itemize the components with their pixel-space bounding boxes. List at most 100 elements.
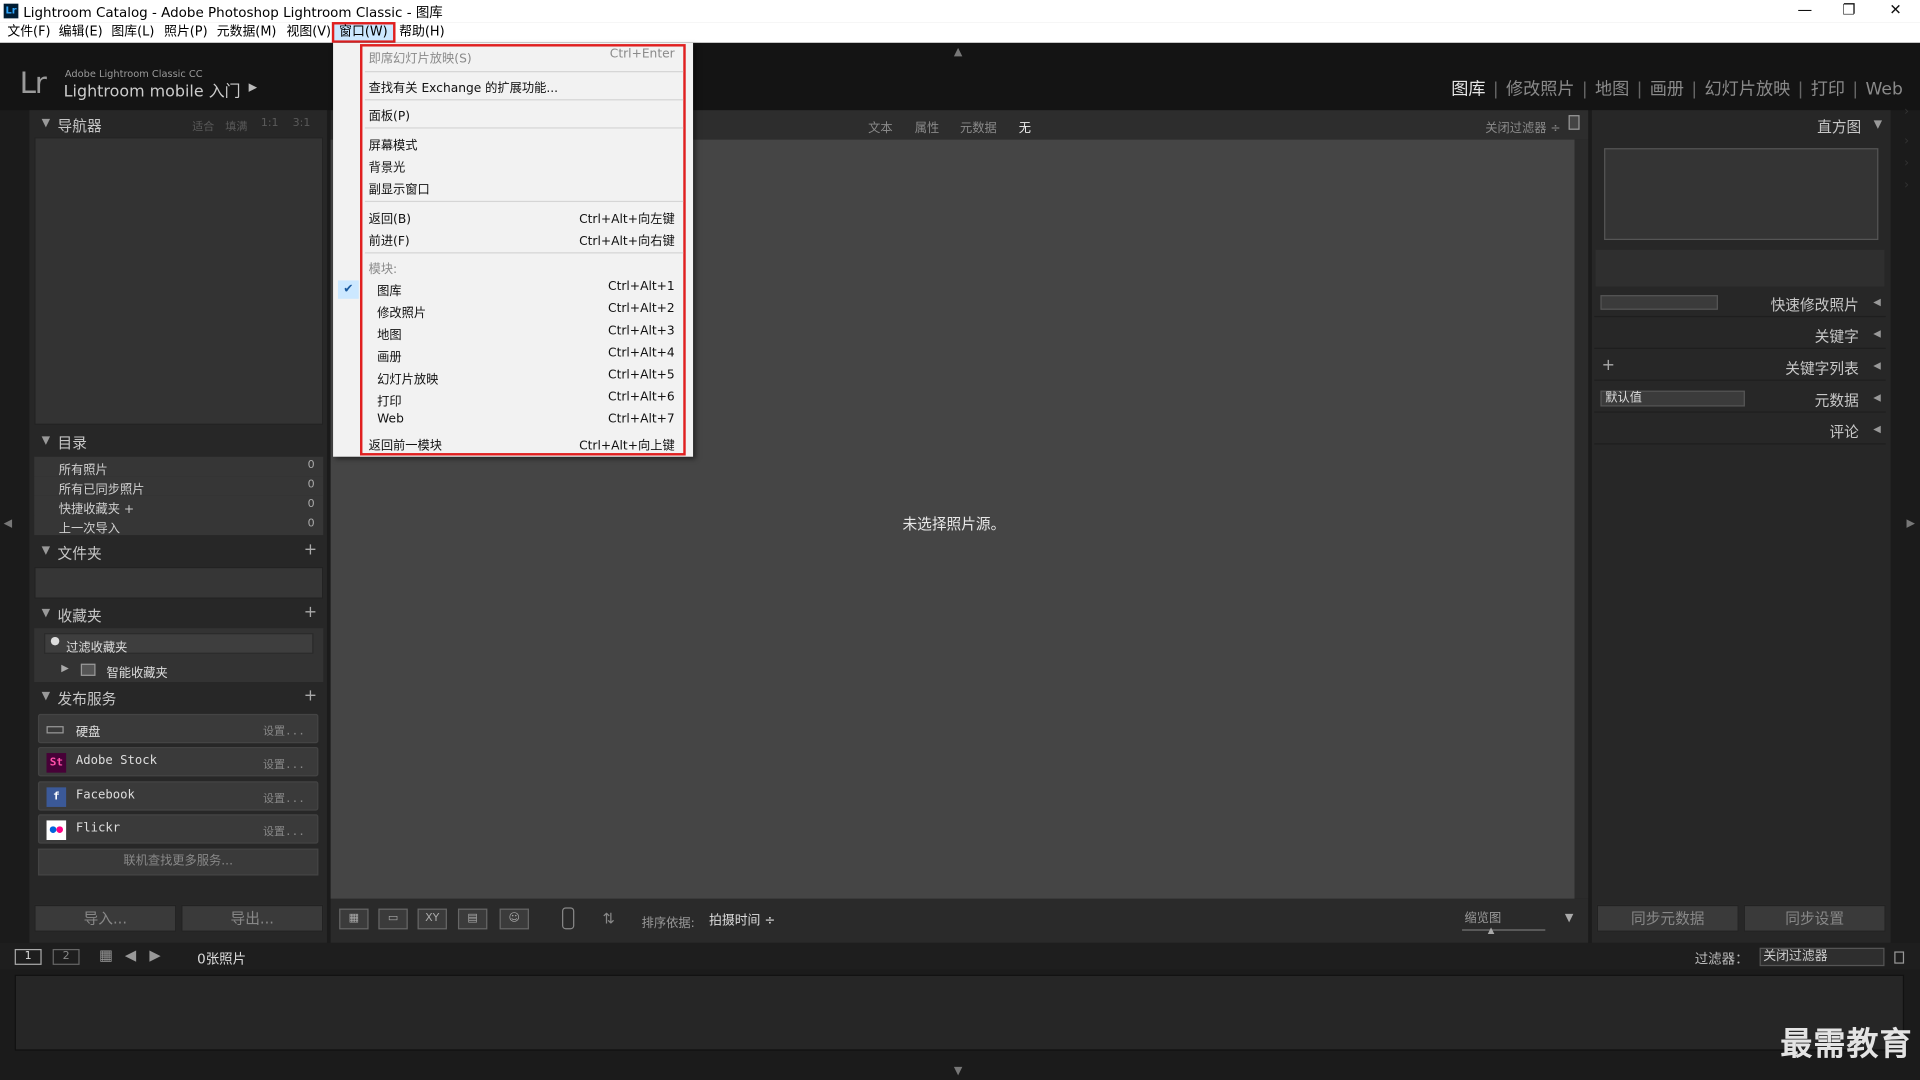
navigator-header[interactable]: ▼ 导航器: [34, 113, 323, 137]
catalog-header[interactable]: ▼ 目录: [34, 430, 323, 454]
menu-library[interactable]: 图库(L): [111, 23, 154, 41]
secondary-window-button[interactable]: 2: [52, 948, 80, 965]
catalog-row-synced[interactable]: 所有已同步照片 0: [34, 476, 324, 497]
settings-link[interactable]: 设置...: [263, 722, 305, 738]
publish-facebook[interactable]: f Facebook 设置...: [37, 781, 319, 811]
find-more-services-button[interactable]: 联机查找更多服务...: [37, 848, 319, 876]
people-view-icon[interactable]: ☺: [499, 908, 529, 930]
menu-previous-module[interactable]: 返回前一模块 Ctrl+Alt+向上键: [369, 435, 675, 455]
metadata-preset-select[interactable]: 默认值: [1600, 390, 1745, 407]
import-button[interactable]: 导入...: [34, 904, 177, 932]
zoom-3-1[interactable]: 3:1: [293, 118, 311, 130]
menu-photo[interactable]: 照片(P): [164, 23, 208, 41]
filter-text[interactable]: 文本: [868, 118, 892, 135]
publish-header[interactable]: ▼ 发布服务 +: [34, 686, 323, 710]
saved-preset-select[interactable]: [1600, 295, 1718, 310]
lightroom-mobile-link[interactable]: Lightroom mobile 入门: [64, 78, 241, 101]
close-icon[interactable]: ✕: [1873, 0, 1917, 22]
menu-module-book[interactable]: 画册 Ctrl+Alt+4: [369, 347, 675, 367]
filter-lock-icon[interactable]: [1894, 951, 1905, 964]
play-arrow-icon[interactable]: ▶: [249, 82, 257, 94]
filter-metadata[interactable]: 元数据: [960, 118, 997, 135]
zoom-fit[interactable]: 适合: [192, 118, 214, 133]
compare-view-icon[interactable]: XY: [417, 908, 447, 930]
menu-secondary-display[interactable]: 副显示窗口: [369, 179, 675, 199]
module-book[interactable]: 画册: [1650, 80, 1684, 100]
survey-view-icon[interactable]: ▤: [457, 908, 488, 930]
publish-flickr[interactable]: ●● Flickr 设置...: [37, 814, 319, 844]
menu-module-develop[interactable]: 修改照片 Ctrl+Alt+2: [369, 302, 675, 322]
grid-icon[interactable]: ▦: [99, 947, 113, 964]
thumbnail-size-slider[interactable]: [1462, 929, 1546, 931]
keyword-list-header[interactable]: + 关键字列表 ◀: [1594, 354, 1886, 381]
settings-link[interactable]: 设置...: [263, 756, 305, 771]
settings-link[interactable]: 设置...: [263, 823, 305, 839]
collections-header[interactable]: ▼ 收藏夹 +: [34, 602, 323, 626]
menu-module-web[interactable]: Web Ctrl+Alt+7: [369, 413, 675, 433]
expand-triangle-icon[interactable]: ▶: [61, 662, 69, 673]
filter-attribute[interactable]: 属性: [915, 118, 939, 135]
grid-view-icon[interactable]: ▦: [339, 908, 369, 930]
export-button[interactable]: 导出...: [181, 904, 324, 932]
main-window-button[interactable]: 1: [14, 948, 42, 965]
publish-hard-drive[interactable]: 硬盘 设置...: [37, 713, 319, 744]
restore-icon[interactable]: ❐: [1827, 0, 1871, 22]
grid-scrollbar[interactable]: [1574, 139, 1589, 899]
bottom-panel-toggle-icon[interactable]: ▼: [954, 1065, 962, 1077]
sort-direction-icon[interactable]: ⇅: [602, 910, 614, 927]
module-print[interactable]: 打印: [1811, 80, 1845, 100]
slider-thumb[interactable]: ▲: [1488, 926, 1495, 936]
catalog-row-previous-import[interactable]: 上一次导入 0: [34, 515, 324, 536]
menu-view[interactable]: 视图(V): [287, 23, 332, 41]
add-keyword-icon[interactable]: +: [1602, 356, 1615, 374]
filter-preset-select[interactable]: 关闭过滤器 ÷: [1485, 118, 1560, 135]
zoom-fill[interactable]: 填满: [225, 118, 247, 133]
menu-go-forward[interactable]: 前进(F) Ctrl+Alt+向右键: [369, 230, 675, 250]
menu-module-print[interactable]: 打印 Ctrl+Alt+6: [369, 391, 675, 411]
module-map[interactable]: 地图: [1595, 80, 1629, 100]
add-folder-icon[interactable]: +: [304, 541, 317, 559]
catalog-row-quick-collection[interactable]: 快捷收藏夹 +0: [34, 495, 324, 517]
loupe-view-icon[interactable]: ▭: [378, 908, 408, 930]
minimize-icon[interactable]: —: [1783, 0, 1827, 22]
right-panel-toggle-icon[interactable]: ▶: [1907, 518, 1915, 530]
menu-go-back[interactable]: 返回(B) Ctrl+Alt+向左键: [369, 208, 675, 228]
navigator-preview[interactable]: [34, 137, 324, 425]
metadata-header[interactable]: 默认值 元数据 ◀: [1594, 386, 1886, 413]
painter-icon[interactable]: [562, 907, 575, 930]
histogram-header[interactable]: 直方图 ▼: [1594, 113, 1885, 137]
sort-select[interactable]: 拍摄时间 ÷: [709, 911, 775, 929]
toolbar-menu-icon[interactable]: ▼: [1565, 912, 1573, 924]
smart-collection-label[interactable]: 智能收藏夹: [107, 662, 168, 680]
menu-metadata[interactable]: 元数据(M): [217, 23, 277, 41]
menu-module-slideshow[interactable]: 幻灯片放映 Ctrl+Alt+5: [369, 369, 675, 389]
module-library[interactable]: 图库: [1451, 80, 1485, 100]
module-slideshow[interactable]: 幻灯片放映: [1705, 80, 1791, 100]
menu-impromptu-slideshow[interactable]: 即席幻灯片放映(S) Ctrl+Enter: [369, 48, 675, 68]
menu-panels[interactable]: 面板(P): [369, 105, 675, 125]
sync-settings-button[interactable]: 同步设置: [1743, 904, 1886, 932]
module-develop[interactable]: 修改照片: [1506, 80, 1575, 100]
folders-header[interactable]: ▼ 文件夹 +: [34, 540, 323, 564]
menu-edit[interactable]: 编辑(E): [59, 23, 103, 41]
filmstrip-filter-select[interactable]: 关闭过滤器: [1759, 947, 1885, 967]
module-web[interactable]: Web: [1865, 80, 1902, 100]
filter-none[interactable]: 无: [1019, 118, 1031, 135]
sync-metadata-button[interactable]: 同步元数据: [1596, 904, 1739, 932]
forward-arrow-icon[interactable]: ▶: [149, 947, 160, 964]
menu-file[interactable]: 文件(F): [7, 23, 50, 41]
menu-help[interactable]: 帮助(H): [399, 23, 444, 41]
settings-link[interactable]: 设置...: [263, 790, 305, 805]
lock-icon[interactable]: [1568, 115, 1580, 130]
menu-lights-out[interactable]: 背景光: [369, 157, 675, 177]
zoom-1-1[interactable]: 1:1: [261, 118, 279, 130]
back-arrow-icon[interactable]: ◀: [125, 947, 136, 964]
menu-window[interactable]: 窗口(W): [331, 22, 395, 43]
quick-develop-header[interactable]: 快速修改照片 ◀: [1594, 290, 1886, 318]
keywording-header[interactable]: 关键字 ◀: [1594, 322, 1886, 349]
add-publish-icon[interactable]: +: [304, 687, 317, 705]
publish-adobe-stock[interactable]: St Adobe Stock 设置...: [37, 746, 319, 777]
menu-module-library[interactable]: 图库 Ctrl+Alt+1: [369, 280, 675, 300]
collection-filter-input[interactable]: ● 过滤收藏夹: [44, 633, 314, 655]
left-panel-toggle-icon[interactable]: ◀: [4, 518, 12, 530]
